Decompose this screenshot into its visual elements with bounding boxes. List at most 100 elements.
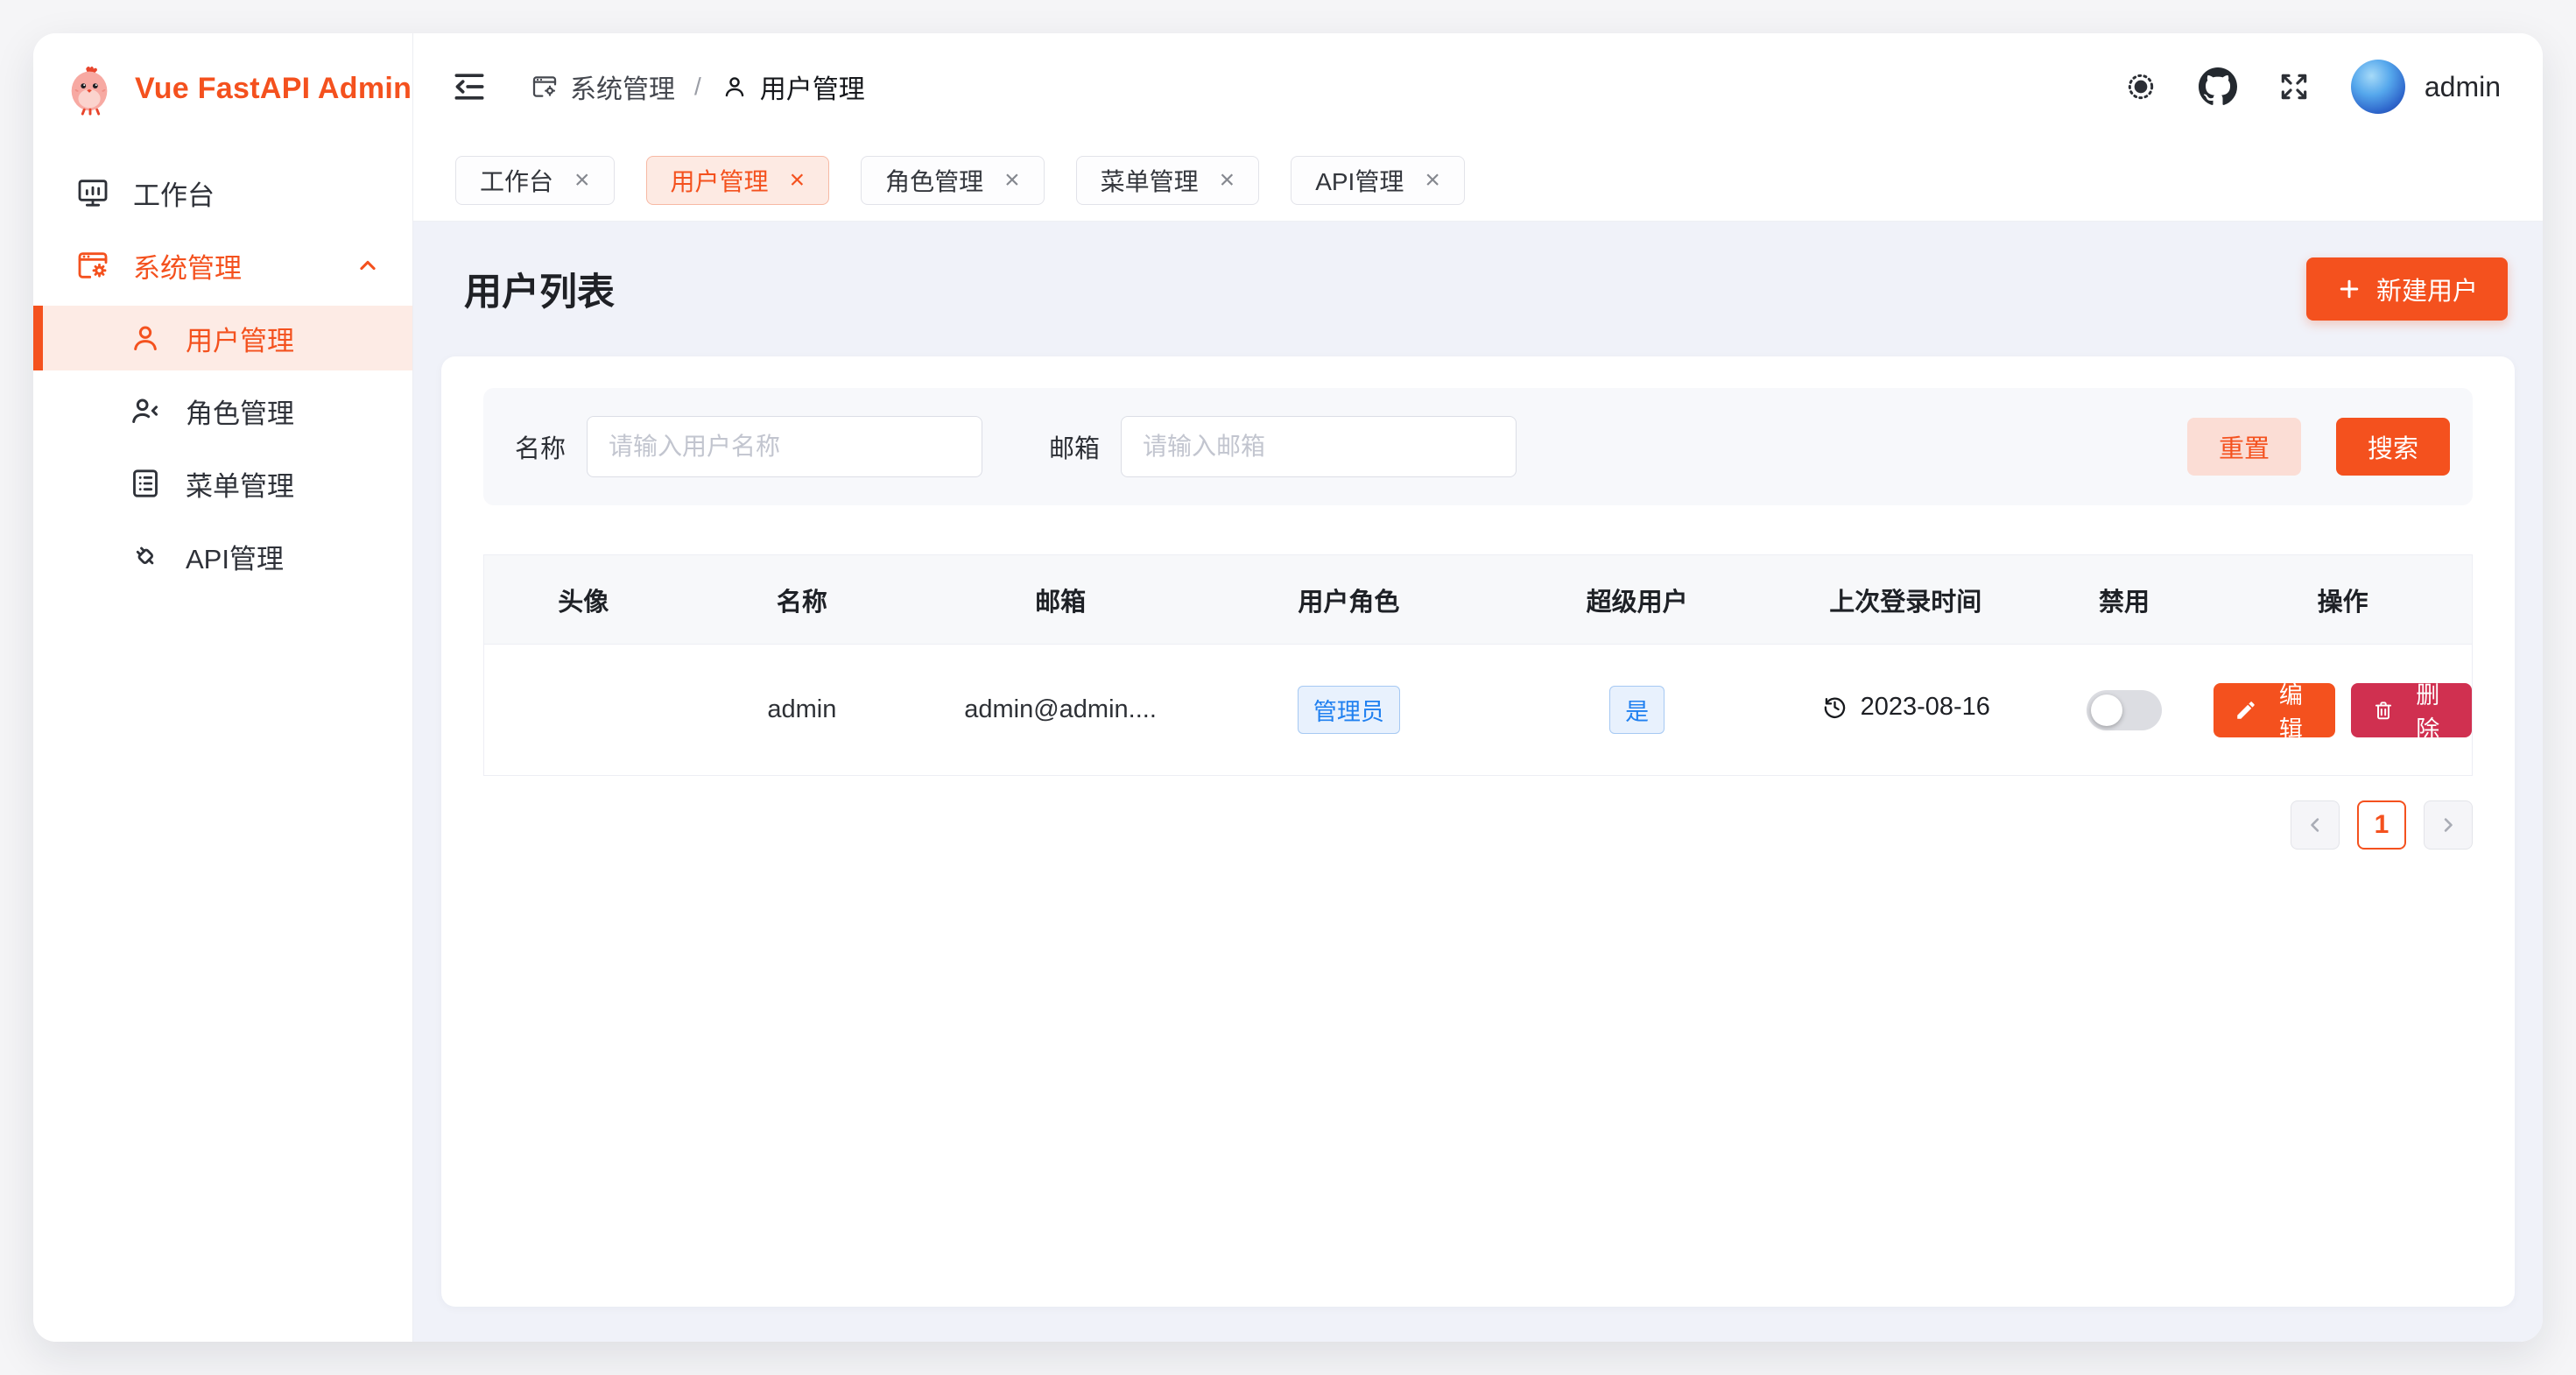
breadcrumb-separator: / bbox=[694, 73, 701, 101]
sidebar-item-label: 角色管理 bbox=[186, 391, 294, 431]
workbench-monitor-icon bbox=[75, 175, 110, 210]
cell-email: admin@admin.... bbox=[921, 645, 1200, 776]
sidebar-item-roles[interactable]: 角色管理 bbox=[33, 378, 412, 443]
chick-logo-icon bbox=[63, 61, 117, 116]
cell-last-login: 2023-08-16 bbox=[1777, 645, 2035, 776]
plus-icon bbox=[2336, 276, 2362, 302]
search-actions: 重置 搜索 bbox=[2187, 418, 2450, 476]
user-icon bbox=[128, 321, 163, 356]
sidebar-collapse-icon[interactable] bbox=[450, 67, 489, 106]
sidebar: Vue FastAPI Admin 工作台 bbox=[33, 33, 413, 1342]
name-input[interactable] bbox=[587, 416, 982, 477]
logo: Vue FastAPI Admin bbox=[33, 33, 412, 131]
tab-label: 工作台 bbox=[480, 163, 553, 198]
breadcrumb-label: 系统管理 bbox=[570, 67, 675, 106]
breadcrumb-label: 用户管理 bbox=[760, 67, 865, 106]
col-role: 用户角色 bbox=[1200, 555, 1498, 645]
tab-bar: 工作台 × 用户管理 × 角色管理 × 菜单管理 × API管理 × bbox=[413, 140, 2543, 222]
tab-workbench[interactable]: 工作台 × bbox=[455, 156, 615, 205]
edit-pencil-icon bbox=[2235, 699, 2257, 722]
pagination-next[interactable] bbox=[2424, 800, 2473, 850]
new-user-button[interactable]: 新建用户 bbox=[2306, 257, 2508, 321]
delete-button[interactable]: 删除 bbox=[2351, 683, 2472, 737]
disabled-toggle[interactable] bbox=[2087, 690, 2162, 730]
tab-roles[interactable]: 角色管理 × bbox=[861, 156, 1045, 205]
role-user-arrow-icon bbox=[128, 393, 163, 428]
search-button[interactable]: 搜索 bbox=[2336, 418, 2450, 476]
table-header-row: 头像 名称 邮箱 用户角色 超级用户 上次登录时间 禁用 操作 bbox=[484, 555, 2473, 645]
main-area: 系统管理 / 用户管理 bbox=[413, 33, 2543, 1342]
last-login-value: 2023-08-16 bbox=[1861, 693, 1990, 722]
role-tag: 管理员 bbox=[1298, 686, 1400, 734]
theme-sun-icon[interactable] bbox=[2123, 69, 2158, 104]
username[interactable]: admin bbox=[2425, 71, 2501, 103]
app-window: Vue FastAPI Admin 工作台 bbox=[33, 33, 2543, 1342]
api-plug-icon bbox=[128, 539, 163, 574]
cell-actions: 编辑 bbox=[2214, 645, 2472, 776]
delete-button-label: 删除 bbox=[2405, 676, 2451, 744]
sidebar-item-menus[interactable]: 菜单管理 bbox=[33, 451, 412, 516]
chevron-up-icon bbox=[353, 250, 383, 280]
avatar[interactable] bbox=[2351, 60, 2405, 114]
pagination-prev[interactable] bbox=[2291, 800, 2340, 850]
col-last-login: 上次登录时间 bbox=[1777, 555, 2035, 645]
users-table: 头像 名称 邮箱 用户角色 超级用户 上次登录时间 禁用 操作 bbox=[483, 554, 2473, 776]
sidebar-item-api[interactable]: API管理 bbox=[33, 524, 412, 589]
breadcrumb-item-system[interactable]: 系统管理 bbox=[531, 67, 675, 106]
system-gear-window-icon bbox=[75, 248, 110, 283]
sidebar-item-workbench[interactable]: 工作台 bbox=[33, 160, 412, 225]
cell-superuser: 是 bbox=[1498, 645, 1777, 776]
cell-name: admin bbox=[683, 645, 922, 776]
content-area: 用户列表 新建用户 名称 bbox=[413, 222, 2543, 1342]
top-header: 系统管理 / 用户管理 bbox=[413, 33, 2543, 140]
tab-label: API管理 bbox=[1315, 163, 1404, 198]
reset-button[interactable]: 重置 bbox=[2187, 418, 2301, 476]
tab-users[interactable]: 用户管理 × bbox=[646, 156, 830, 205]
search-panel: 名称 邮箱 重置 搜索 bbox=[483, 388, 2473, 505]
close-icon[interactable]: × bbox=[790, 167, 806, 194]
app-title: Vue FastAPI Admin bbox=[135, 72, 412, 106]
breadcrumb: 系统管理 / 用户管理 bbox=[531, 67, 865, 106]
col-avatar: 头像 bbox=[484, 555, 683, 645]
page-title: 用户列表 bbox=[464, 262, 615, 316]
sidebar-item-label: 工作台 bbox=[133, 173, 215, 213]
sidebar-item-system[interactable]: 系统管理 bbox=[33, 233, 412, 298]
cell-role: 管理员 bbox=[1200, 645, 1498, 776]
name-label: 名称 bbox=[515, 428, 566, 465]
pagination: 1 bbox=[483, 800, 2473, 850]
col-disabled: 禁用 bbox=[2035, 555, 2214, 645]
delete-trash-icon bbox=[2372, 699, 2395, 722]
chevron-right-icon bbox=[2436, 813, 2460, 837]
close-icon[interactable]: × bbox=[1220, 167, 1235, 194]
col-email: 邮箱 bbox=[921, 555, 1200, 645]
close-icon[interactable]: × bbox=[574, 167, 590, 194]
history-clock-icon bbox=[1821, 694, 1848, 721]
tab-label: 用户管理 bbox=[671, 163, 769, 198]
sidebar-item-users[interactable]: 用户管理 bbox=[33, 306, 412, 370]
tab-menus[interactable]: 菜单管理 × bbox=[1076, 156, 1260, 205]
edit-button-label: 编辑 bbox=[2268, 676, 2313, 744]
tab-api[interactable]: API管理 × bbox=[1291, 156, 1465, 205]
close-icon[interactable]: × bbox=[1425, 167, 1440, 194]
breadcrumb-item-users[interactable]: 用户管理 bbox=[721, 67, 865, 106]
github-icon[interactable] bbox=[2199, 67, 2237, 106]
close-icon[interactable]: × bbox=[1004, 167, 1020, 194]
menu-list-icon bbox=[128, 466, 163, 501]
sidebar-item-label: 菜单管理 bbox=[186, 464, 294, 504]
header-actions: admin bbox=[2123, 60, 2501, 114]
col-name: 名称 bbox=[683, 555, 922, 645]
table-row: admin admin@admin.... 管理员 是 bbox=[484, 645, 2473, 776]
email-input[interactable] bbox=[1121, 416, 1517, 477]
chevron-left-icon bbox=[2303, 813, 2327, 837]
page-header: 用户列表 新建用户 bbox=[441, 222, 2515, 356]
tab-label: 角色管理 bbox=[885, 163, 983, 198]
edit-button[interactable]: 编辑 bbox=[2214, 683, 2334, 737]
toggle-knob bbox=[2091, 695, 2122, 726]
col-actions: 操作 bbox=[2214, 555, 2472, 645]
cell-avatar bbox=[484, 645, 683, 776]
pagination-page-1[interactable]: 1 bbox=[2357, 800, 2406, 850]
user-list-card: 名称 邮箱 重置 搜索 bbox=[441, 356, 2515, 1307]
tab-label: 菜单管理 bbox=[1101, 163, 1199, 198]
fullscreen-icon[interactable] bbox=[2277, 70, 2311, 103]
name-field-group: 名称 bbox=[515, 416, 982, 477]
